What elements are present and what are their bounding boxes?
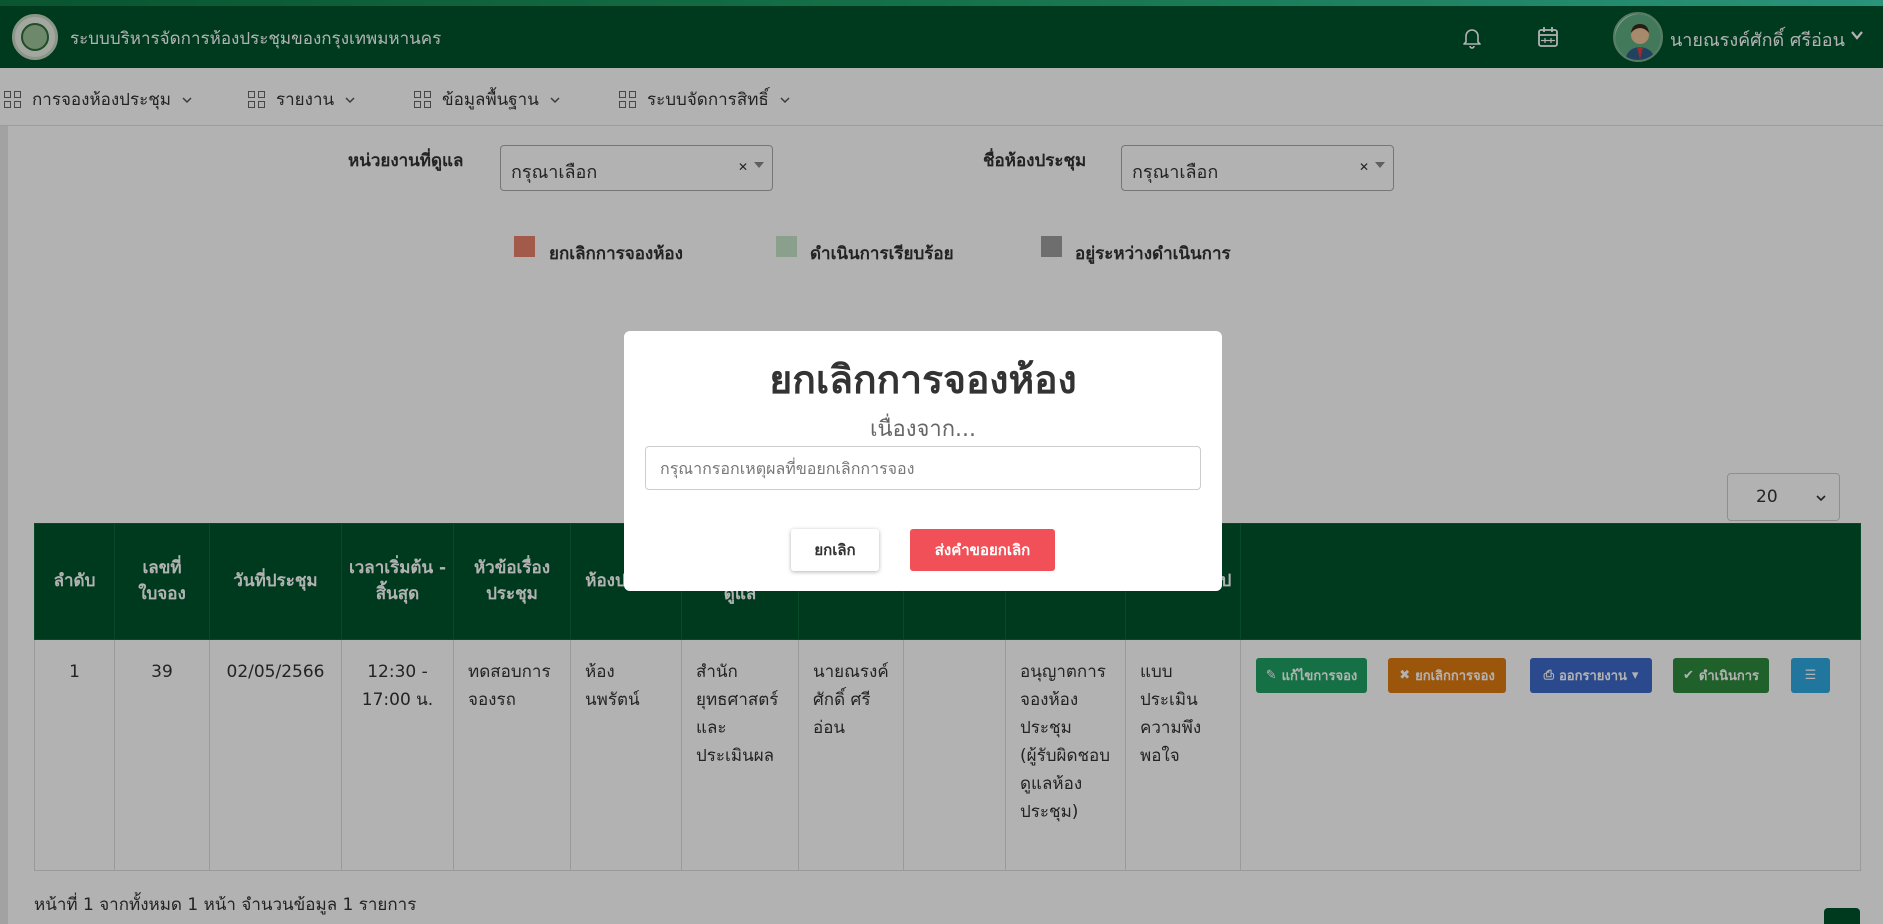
modal-title: ยกเลิกการจองห้อง — [769, 358, 1077, 403]
cancel-booking-modal: ยกเลิกการจองห้อง เนื่องจาก... ยกเลิก ส่ง… — [624, 331, 1222, 591]
modal-confirm-button[interactable]: ส่งคำขอยกเลิก — [910, 529, 1055, 571]
modal-cancel-button[interactable]: ยกเลิก — [791, 529, 879, 571]
cancel-reason-input[interactable] — [645, 446, 1201, 490]
modal-subtitle: เนื่องจาก... — [869, 417, 977, 442]
